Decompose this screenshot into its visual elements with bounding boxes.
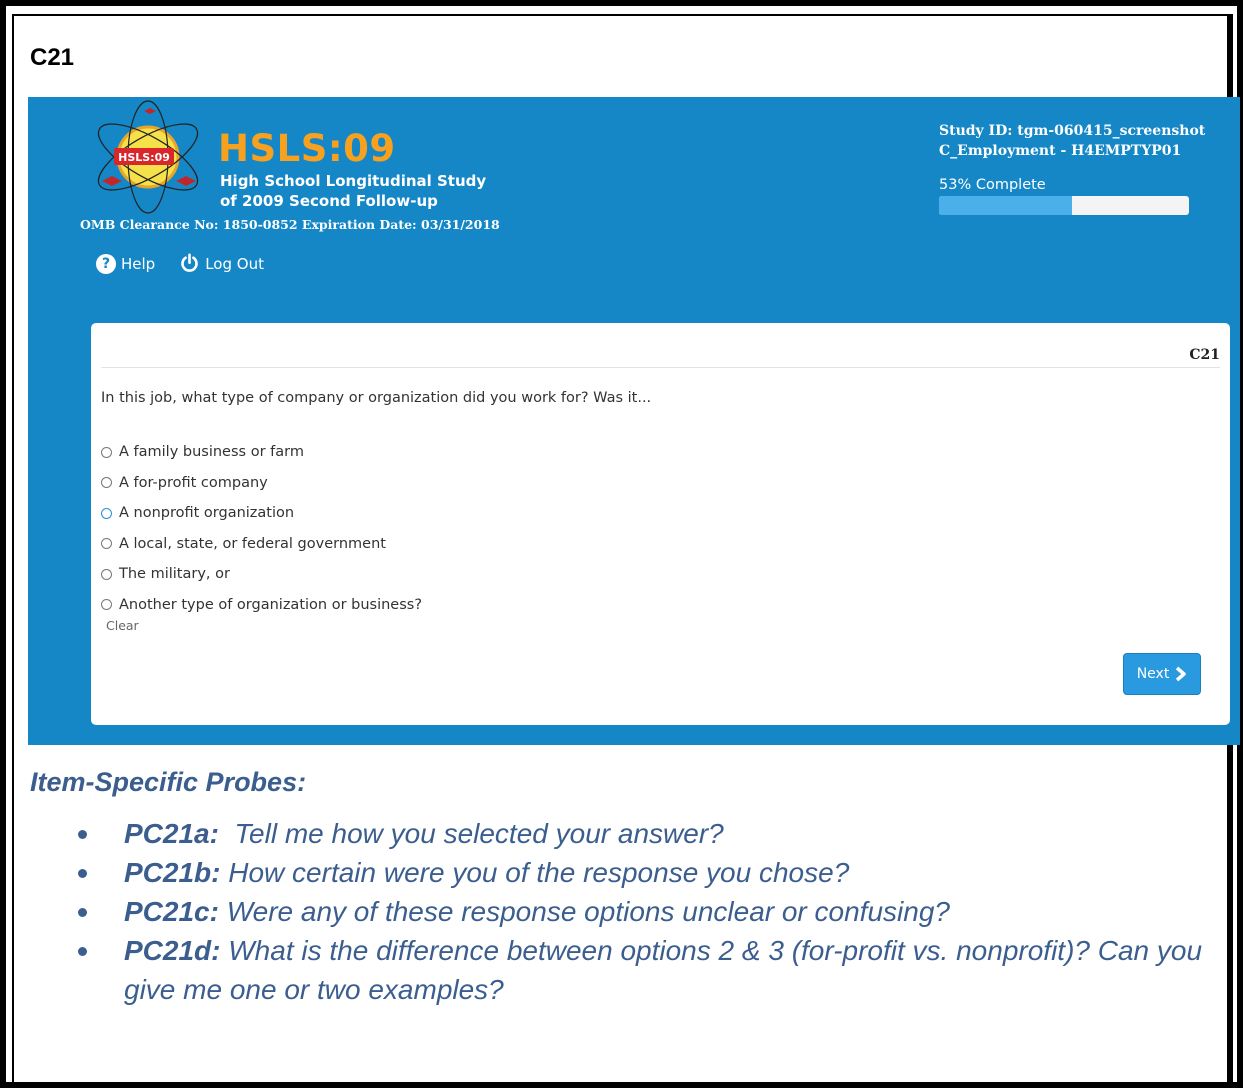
option-military[interactable]: The military, or [101, 559, 422, 590]
progress-fill [939, 196, 1072, 215]
progress-bar [939, 196, 1189, 215]
probe-code: PC21a: [124, 818, 219, 849]
probe-list: PC21a: Tell me how you selected your ans… [78, 814, 1208, 1009]
option-family-business[interactable]: A family business or farm [101, 437, 422, 468]
bullet-icon [78, 869, 87, 878]
option-label: The military, or [119, 566, 230, 583]
option-government[interactable]: A local, state, or federal government [101, 529, 422, 560]
item-code-label: C21 [30, 44, 75, 71]
study-id: Study ID: tgm-060415_screenshot [939, 123, 1206, 139]
probe-code: PC21b: [124, 857, 221, 888]
study-info: Study ID: tgm-060415_screenshot C_Employ… [939, 121, 1205, 161]
power-icon [181, 253, 198, 272]
radio-button[interactable] [101, 599, 112, 611]
option-other[interactable]: Another type of organization or business… [101, 590, 422, 621]
probe-item: PC21b: How certain were you of the respo… [78, 853, 1208, 892]
option-label: A for-profit company [119, 474, 268, 491]
question-text: In this job, what type of company or org… [101, 390, 652, 406]
next-button[interactable]: Next [1123, 653, 1201, 695]
probe-text: Tell me how you selected your answer? [218, 818, 724, 849]
top-links: ? Help Log Out [96, 253, 264, 274]
option-label: A nonprofit organization [119, 505, 295, 522]
probe-item: PC21d: What is the difference between op… [78, 931, 1208, 1009]
section-name: C_Employment - H4EMPTYP01 [939, 143, 1182, 159]
bullet-icon [78, 908, 87, 917]
brand-title: HSLS:09 [218, 127, 396, 170]
question-icon: ? [96, 253, 116, 274]
radio-button[interactable] [101, 538, 112, 550]
hsls-logo: HSLS:09 [97, 100, 199, 214]
probe-code: PC21d: [124, 935, 221, 966]
omb-notice: OMB Clearance No: 1850-0852 Expiration D… [80, 217, 500, 232]
probe-text: What is the difference between options 2… [124, 935, 1210, 1005]
chevron-right-icon [1176, 666, 1187, 682]
probe-item: PC21a: Tell me how you selected your ans… [78, 814, 1208, 853]
logout-link[interactable]: Log Out [179, 253, 264, 274]
help-link[interactable]: ? Help [96, 253, 155, 274]
radio-button[interactable] [101, 568, 112, 580]
help-label: Help [121, 254, 156, 273]
question-code: C21 [1189, 347, 1220, 363]
clear-link[interactable]: Clear [106, 618, 139, 633]
brand-subtitle-line2: of 2009 Second Follow-up [220, 192, 438, 210]
brand-subtitle-line1: High School Longitudinal Study [220, 172, 487, 190]
card-divider [101, 367, 1220, 368]
probes-heading: Item-Specific Probes: [30, 767, 307, 797]
logout-label: Log Out [205, 254, 264, 273]
probe-text: How certain were you of the response you… [220, 857, 850, 888]
survey-screen: HSLS:09 HSLS:09 High School Longitudinal… [28, 97, 1240, 745]
progress-label: 53% Complete [939, 177, 1046, 193]
radio-button[interactable] [101, 477, 112, 489]
option-label: A local, state, or federal government [119, 535, 386, 552]
radio-button[interactable] [101, 446, 112, 458]
radio-button[interactable] [101, 507, 112, 519]
answer-options: A family business or farm A for-profit c… [101, 437, 422, 620]
probe-code: PC21c: [124, 896, 219, 927]
next-label: Next [1136, 666, 1170, 682]
option-label: Another type of organization or business… [119, 596, 423, 613]
probe-item: PC21c: Were any of these response option… [78, 892, 1208, 931]
question-card: C21 In this job, what type of company or… [91, 323, 1230, 725]
bullet-icon [78, 830, 87, 839]
option-label: A family business or farm [119, 444, 304, 461]
bullet-icon [78, 947, 87, 956]
logo-badge-text: HSLS:09 [118, 151, 170, 164]
brand-subtitle: High School Longitudinal Study of 2009 S… [220, 171, 486, 211]
probe-text: Were any of these response options uncle… [218, 896, 950, 927]
option-for-profit[interactable]: A for-profit company [101, 468, 422, 499]
option-nonprofit[interactable]: A nonprofit organization [101, 498, 422, 529]
